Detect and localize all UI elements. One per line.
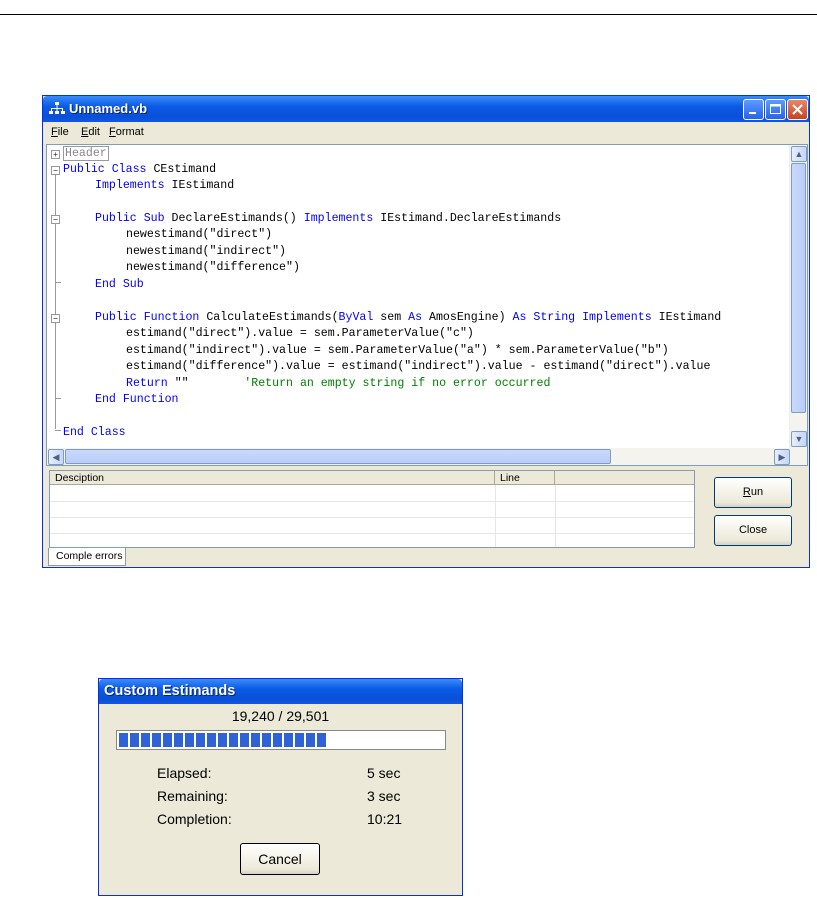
- progress-block: [207, 733, 216, 747]
- remaining-value: 3 sec: [367, 788, 401, 804]
- scroll-left-button[interactable]: ◀: [48, 449, 64, 465]
- page-rule: [0, 14, 817, 15]
- fold-end: [55, 282, 61, 283]
- tree-icon: [49, 102, 65, 114]
- elapsed-label: Elapsed:: [157, 765, 212, 781]
- header-region[interactable]: Header: [63, 146, 109, 161]
- table-row: [50, 517, 694, 518]
- code-line: newestimand("direct"): [126, 228, 273, 241]
- progress-block: [240, 733, 249, 747]
- progress-bar: [116, 730, 446, 750]
- code-line: End Class: [63, 426, 126, 439]
- progress-block: [152, 733, 161, 747]
- scroll-down-button[interactable]: ▼: [791, 431, 807, 447]
- column-divider: [555, 485, 556, 547]
- column-line[interactable]: Line: [495, 471, 555, 485]
- menu-format[interactable]: Format: [109, 126, 144, 138]
- table-row: [50, 501, 694, 502]
- minimize-icon: [749, 112, 756, 114]
- progress-block: [163, 733, 172, 747]
- tab-compile-errors[interactable]: Comple errors: [48, 548, 126, 566]
- horizontal-scrollbar[interactable]: ◀ ▶: [47, 448, 807, 465]
- close-button[interactable]: Close: [714, 515, 792, 546]
- progress-block: [273, 733, 282, 747]
- progress-dialog: Custom Estimands 19,240 / 29,501 Elapsed…: [98, 678, 463, 896]
- editor-titlebar[interactable]: Unnamed.vb: [43, 96, 809, 122]
- code-line: estimand("difference").value = estimand(…: [126, 360, 711, 373]
- vertical-scroll-thumb[interactable]: [791, 163, 806, 413]
- completion-value: 10:21: [367, 811, 403, 827]
- code-line: Header: [63, 146, 109, 162]
- progress-block: [196, 733, 205, 747]
- error-list[interactable]: Desciption Line: [49, 470, 695, 548]
- dialog-titlebar[interactable]: Custom Estimands: [99, 679, 462, 704]
- code-line: estimand("indirect").value = sem.Paramet…: [126, 344, 669, 357]
- maximize-icon: [770, 104, 781, 114]
- code-line: End Function: [95, 393, 179, 406]
- close-window-button[interactable]: [787, 99, 808, 120]
- menu-file[interactable]: File: [51, 126, 69, 138]
- progress-block: [174, 733, 183, 747]
- horizontal-scroll-thumb[interactable]: [65, 449, 611, 464]
- code-line: End Sub: [95, 278, 144, 291]
- cancel-button[interactable]: Cancel: [240, 843, 320, 875]
- run-button[interactable]: Run: [714, 477, 792, 508]
- progress-block: [119, 733, 128, 747]
- completion-label: Completion:: [157, 811, 232, 827]
- code-line: Public Class CEstimand: [63, 163, 217, 176]
- column-extra[interactable]: [555, 471, 694, 485]
- progress-block: [251, 733, 260, 747]
- progress-count: 19,240 / 29,501: [231, 708, 330, 724]
- progress-block: [306, 733, 315, 747]
- progress-block: [317, 733, 326, 747]
- progress-block: [218, 733, 227, 747]
- progress-block: [229, 733, 238, 747]
- fold-guide: [55, 175, 56, 429]
- menu-bar: File Edit Format: [43, 123, 809, 143]
- fold-end: [55, 398, 61, 399]
- collapse-icon[interactable]: −: [51, 314, 60, 323]
- code-line: Public Function CalculateEstimands(ByVal…: [95, 311, 722, 324]
- code-line: estimand("direct").value = sem.Parameter…: [126, 327, 474, 340]
- column-description[interactable]: Desciption: [50, 471, 495, 485]
- progress-block: [130, 733, 139, 747]
- code-editor[interactable]: + − − − Header Public Class CEstimand Im…: [46, 144, 808, 466]
- code-line: Public Sub DeclareEstimands() Implements…: [95, 212, 562, 225]
- code-line: Return "" 'Return an empty string if no …: [126, 377, 551, 390]
- remaining-label: Remaining:: [157, 788, 228, 804]
- tab-strip: Comple errors: [46, 548, 808, 566]
- scroll-right-button[interactable]: ▶: [774, 449, 790, 465]
- expand-icon[interactable]: +: [51, 150, 60, 159]
- code-line: newestimand("indirect"): [126, 245, 287, 258]
- close-icon: [792, 104, 803, 115]
- minimize-button[interactable]: [743, 99, 764, 120]
- scroll-up-button[interactable]: ▲: [791, 146, 807, 162]
- maximize-button[interactable]: [765, 99, 786, 120]
- collapse-icon[interactable]: −: [51, 215, 60, 224]
- menu-edit[interactable]: Edit: [81, 126, 100, 138]
- vertical-scrollbar[interactable]: ▲ ▼: [789, 145, 807, 448]
- fold-end: [55, 430, 61, 431]
- table-row: [50, 533, 694, 534]
- collapse-icon[interactable]: −: [51, 166, 60, 175]
- progress-block: [284, 733, 293, 747]
- dialog-title: Custom Estimands: [104, 683, 236, 699]
- progress-block: [262, 733, 271, 747]
- elapsed-value: 5 sec: [367, 765, 401, 781]
- progress-block: [141, 733, 150, 747]
- code-line: newestimand("difference"): [126, 261, 300, 274]
- progress-block: [185, 733, 194, 747]
- progress-block: [295, 733, 304, 747]
- column-divider: [495, 485, 496, 547]
- editor-title: Unnamed.vb: [69, 101, 148, 116]
- code-line: Implements IEstimand: [95, 179, 235, 192]
- editor-window: Unnamed.vb File Edit Format + − − − Head…: [42, 95, 810, 568]
